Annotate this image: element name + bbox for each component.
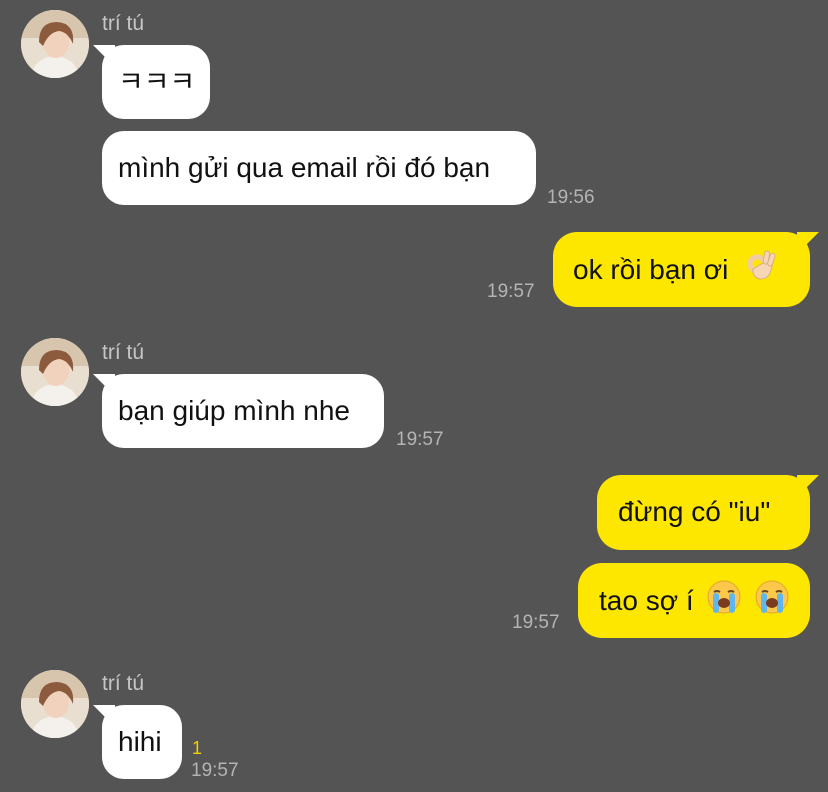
message-text: mình gửi qua email rồi đó bạn (118, 152, 491, 183)
message-text: ㅋㅋㅋ (118, 66, 196, 97)
message-timestamp: 19:57 (512, 612, 560, 633)
message-bubble[interactable]: tao sợ í (578, 563, 810, 638)
message-text: bạn giúp mình nhe (118, 395, 350, 426)
bubble-tail (797, 232, 819, 254)
message-text: ok rồi bạn ơi (573, 253, 729, 285)
message-text: tao sợ í (599, 584, 694, 616)
avatar[interactable] (21, 10, 89, 78)
avatar[interactable] (21, 670, 89, 738)
bubble-tail (93, 374, 115, 396)
message-timestamp: 19:57 (396, 429, 444, 450)
bubble-tail (93, 45, 115, 67)
message-timestamp: 19:56 (547, 187, 595, 208)
message-bubble[interactable]: ok rồi bạn ơi (553, 232, 819, 307)
bubble-tail (797, 475, 819, 497)
message-bubble[interactable]: đừng có "iu" (597, 475, 819, 550)
message-bubble[interactable]: bạn giúp mình nhe (93, 374, 384, 448)
message-text: hihi (118, 726, 162, 757)
message-bubble[interactable]: ㅋㅋㅋ (93, 45, 210, 119)
avatar-photo (21, 10, 89, 78)
avatar-photo (21, 338, 89, 406)
bubble-tail (93, 705, 115, 727)
unread-count: 1 (192, 738, 203, 758)
message-timestamp: 19:57 (191, 760, 239, 781)
message-bubble[interactable]: hihi (93, 705, 182, 779)
avatar[interactable] (21, 338, 89, 406)
message-bubble[interactable]: mình gửi qua email rồi đó bạn (102, 131, 536, 205)
message-timestamp: 19:57 (487, 281, 535, 302)
ok-hand-icon (744, 249, 778, 290)
sender-name: trí tú (102, 341, 145, 364)
message-text: đừng có "iu" (618, 496, 771, 527)
sender-name: trí tú (102, 12, 145, 35)
loudly-crying-face-icon (755, 580, 789, 621)
avatar-photo (21, 670, 89, 738)
sender-name: trí tú (102, 672, 145, 695)
loudly-crying-face-icon (707, 580, 741, 621)
